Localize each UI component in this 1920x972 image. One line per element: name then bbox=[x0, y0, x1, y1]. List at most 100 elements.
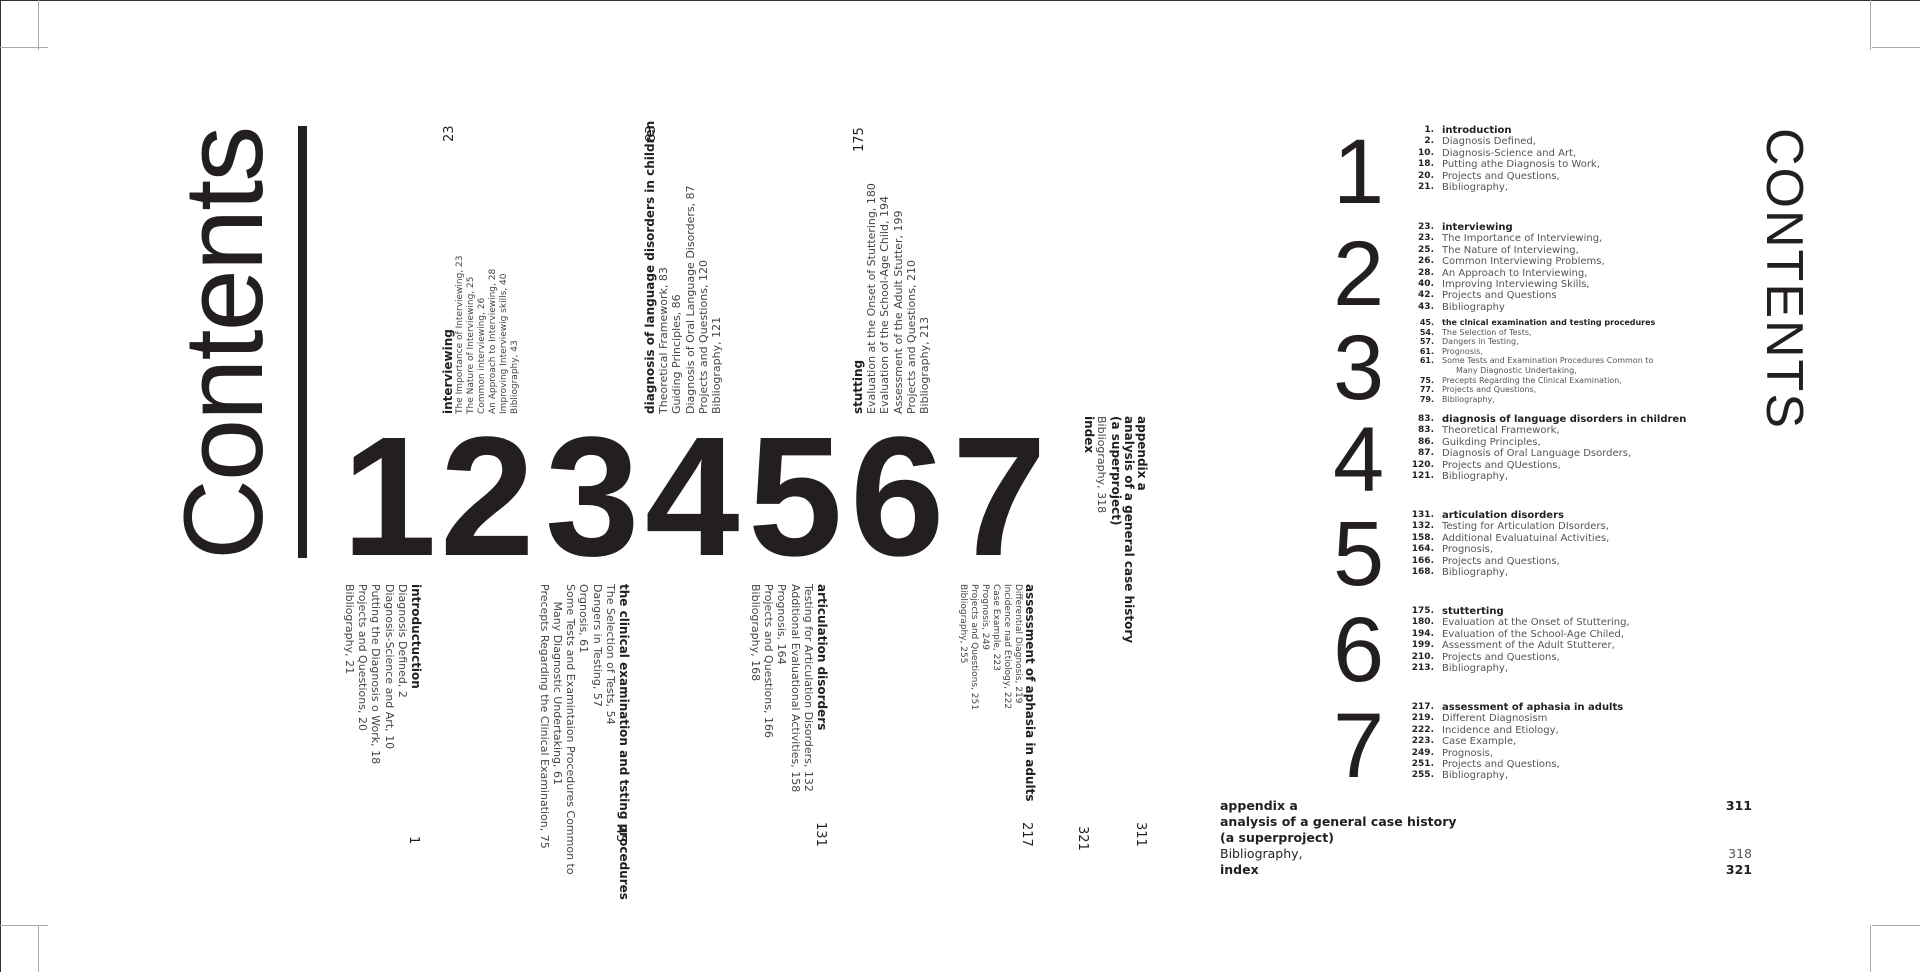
page-number: 321 bbox=[1075, 826, 1090, 851]
page-num bbox=[1402, 366, 1442, 376]
toc-text: Evaluation of the School-Age Chiled, bbox=[1442, 628, 1625, 640]
toc-row: 10. Diagnosis-Science and Art, bbox=[1402, 148, 1702, 159]
toc-text: Additional Evaluatuinal Activities, bbox=[1442, 532, 1610, 544]
page-num: 23. bbox=[1418, 233, 1434, 244]
toc-line: Diagnosis of Oral Language Disorders, 87 bbox=[683, 185, 697, 414]
page-num: 164. bbox=[1411, 544, 1434, 555]
chapter-digit-1: 1 bbox=[342, 402, 437, 592]
toc-line: Incidence nad Etiology, 222 bbox=[1001, 584, 1012, 710]
appendix-index-list: appendix a 311 analysis of a general case… bbox=[1220, 798, 1752, 878]
toc-text: Common Interviewing Problems, bbox=[1442, 256, 1605, 268]
toc-text: Many Diagnostic Undertaking, bbox=[1456, 365, 1577, 375]
page-num: 77. bbox=[1419, 385, 1434, 395]
appendix-row: index 321 bbox=[1220, 862, 1752, 878]
toc-text: Projects and QUestions, bbox=[1442, 459, 1561, 471]
toc-text: Putting athe Diagnosis to Work, bbox=[1442, 159, 1600, 171]
toc-text: Guikding Principles, bbox=[1442, 436, 1541, 448]
appendix-label: analysis of a general case history bbox=[1220, 814, 1457, 829]
chapter-digit-2: 2 bbox=[440, 402, 535, 592]
page-num: 83. bbox=[1418, 425, 1434, 436]
toc-row: 21. Bibliography, bbox=[1402, 182, 1702, 193]
toc-text: An Approach to Interviewing, bbox=[1442, 267, 1588, 279]
toc-text: Bibliography, bbox=[1442, 394, 1495, 404]
toc-section-6: 175. stutterting 180. Evaluation at the On… bbox=[1402, 606, 1702, 674]
toc-text: Diagnosis Defined, bbox=[1442, 136, 1536, 148]
toc-heading: articulation disorders bbox=[1442, 510, 1564, 521]
page-num: 23. bbox=[1418, 222, 1434, 232]
page-num: 79. bbox=[1419, 394, 1434, 404]
appendix-subtitle: analysis of a general case history bbox=[1121, 416, 1136, 644]
toc-text: Case Example, bbox=[1442, 736, 1517, 748]
toc-line: Bibliography, 43 bbox=[510, 340, 521, 414]
page-num: 83. bbox=[1418, 414, 1434, 424]
page-num: 251. bbox=[1411, 759, 1434, 770]
toc-text: Projects and Questions, bbox=[1442, 759, 1560, 771]
toc-line: Putting the Diagnosis o Work, 18 bbox=[369, 584, 383, 765]
toc-line: The Importance of Interviewing, 23 bbox=[455, 255, 466, 414]
toc-line: Evaluation of the School-Age Child, 194 bbox=[878, 196, 892, 414]
chapter-heading: diagnosis of language disorders in child… bbox=[643, 120, 657, 414]
toc-block-intro: introductuction Diagnosis Defined, 2 Dia… bbox=[343, 584, 423, 765]
page-number: 1 bbox=[406, 836, 421, 845]
page-num: 18. bbox=[1418, 159, 1434, 170]
toc-heading: the clnical examination and testing proc… bbox=[1442, 318, 1656, 327]
toc-line: Bibliography, 121 bbox=[710, 316, 724, 414]
page-num: 168. bbox=[1411, 567, 1434, 578]
toc-text: Evaluation at the Onset of Stuttering, bbox=[1442, 617, 1630, 629]
toc-block-appendix: appendix a analysis of a general case hi… bbox=[1082, 416, 1149, 644]
toc-block-articulation: articulation disorders Testing for Artic… bbox=[749, 584, 829, 792]
page-num: 249. bbox=[1411, 747, 1434, 758]
toc-text: Diagnosis of Oral Language Dsorders, bbox=[1442, 448, 1632, 460]
toc-line: Testing for Articulation Disorders, 132 bbox=[801, 584, 815, 792]
toc-text: The Selection of Tests, bbox=[1442, 327, 1532, 337]
toc-row: 1. introduction bbox=[1402, 125, 1702, 136]
page-num: 213. bbox=[1411, 663, 1434, 674]
toc-text: Bibliography, bbox=[1442, 770, 1509, 782]
toc-row: 18. Putting athe Diagnosis to Work, bbox=[1402, 159, 1702, 170]
toc-block-clinical: the clinical examination and tsting proc… bbox=[538, 584, 631, 900]
page-num: 42. bbox=[1418, 290, 1434, 301]
crop-mark bbox=[1870, 0, 1871, 50]
toc-text: Prognosis, bbox=[1442, 544, 1494, 556]
toc-line: An Approach to Interviewing, 28 bbox=[488, 268, 499, 414]
chapter-heading: articulation disorders bbox=[815, 584, 829, 731]
page-num: 21. bbox=[1418, 182, 1434, 193]
toc-text: Projects and Questions, bbox=[1442, 170, 1560, 182]
appendix-row: Bibliography, 318 bbox=[1220, 846, 1752, 862]
toc-text: Projects and Questions, bbox=[1442, 385, 1537, 395]
crop-mark bbox=[38, 925, 39, 972]
toc-section-1: 1. introduction 2. Diagnosis Defined, 10. D… bbox=[1402, 125, 1702, 193]
toc-block-interviewing: interviewing The Importance of Interview… bbox=[441, 255, 521, 414]
toc-line: Bibliography, 213 bbox=[918, 316, 932, 414]
toc-block-stutting: stutting Evaluation at the Onset of Stut… bbox=[851, 183, 932, 414]
chapter-digit-4: 4 bbox=[645, 402, 740, 592]
page-num: 54. bbox=[1419, 327, 1434, 337]
toc-text: Projects and Questions, bbox=[1442, 555, 1560, 567]
page-number: 131 bbox=[813, 822, 828, 847]
toc-line: Prognosis, 249 bbox=[979, 584, 990, 650]
appendix-row: (a superproject) bbox=[1220, 830, 1752, 846]
section-digit-2: 2 bbox=[1333, 223, 1385, 325]
toc-heading: diagnosis of language disorders in child… bbox=[1442, 414, 1687, 425]
index-label: index bbox=[1082, 416, 1097, 454]
toc-section-3: 45. the clnical examination and testing p… bbox=[1402, 318, 1702, 404]
toc-text: Different Diagnosism bbox=[1442, 713, 1548, 725]
section-digit-3: 3 bbox=[1333, 317, 1385, 419]
page-num: 219. bbox=[1411, 713, 1434, 724]
toc-line: Projects and Questions, 210 bbox=[904, 260, 918, 414]
toc-section-7: 217. assessment of aphasia in adults 219.… bbox=[1402, 702, 1702, 782]
crop-mark bbox=[0, 925, 48, 926]
page-num: 120. bbox=[1411, 459, 1434, 470]
chapter-heading: the clinical examination and tsting proc… bbox=[617, 584, 631, 900]
page-num: 45. bbox=[1419, 318, 1434, 327]
page-num: 132. bbox=[1411, 521, 1434, 532]
page-num: 223. bbox=[1411, 736, 1434, 747]
page-number: 311 bbox=[1133, 822, 1148, 847]
toc-line: The Nature of Interviewing, 25 bbox=[466, 276, 477, 414]
crop-mark bbox=[1872, 925, 1920, 926]
appendix-title: appendix a bbox=[1135, 416, 1149, 491]
chapter-digit-6: 6 bbox=[850, 402, 945, 592]
chapter-digit-5: 5 bbox=[748, 402, 843, 592]
toc-heading: introduction bbox=[1442, 125, 1512, 136]
page-num: 318 bbox=[1728, 846, 1752, 861]
